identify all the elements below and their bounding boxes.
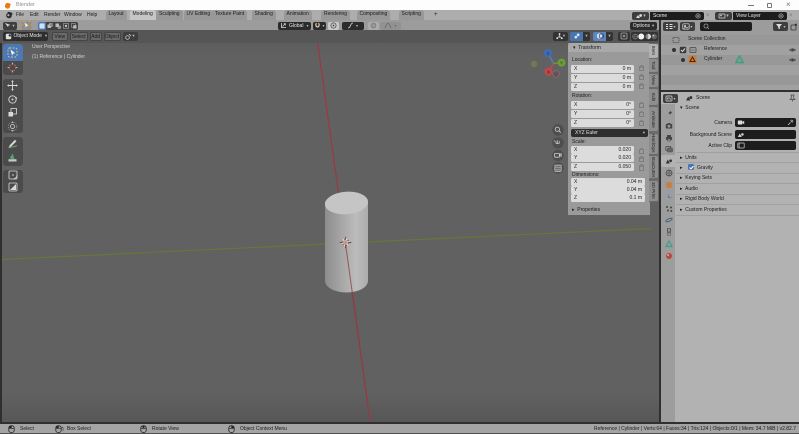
svg-text:X: X	[547, 70, 550, 75]
svg-text:Z: Z	[547, 51, 550, 56]
svg-text:Y: Y	[560, 61, 563, 66]
